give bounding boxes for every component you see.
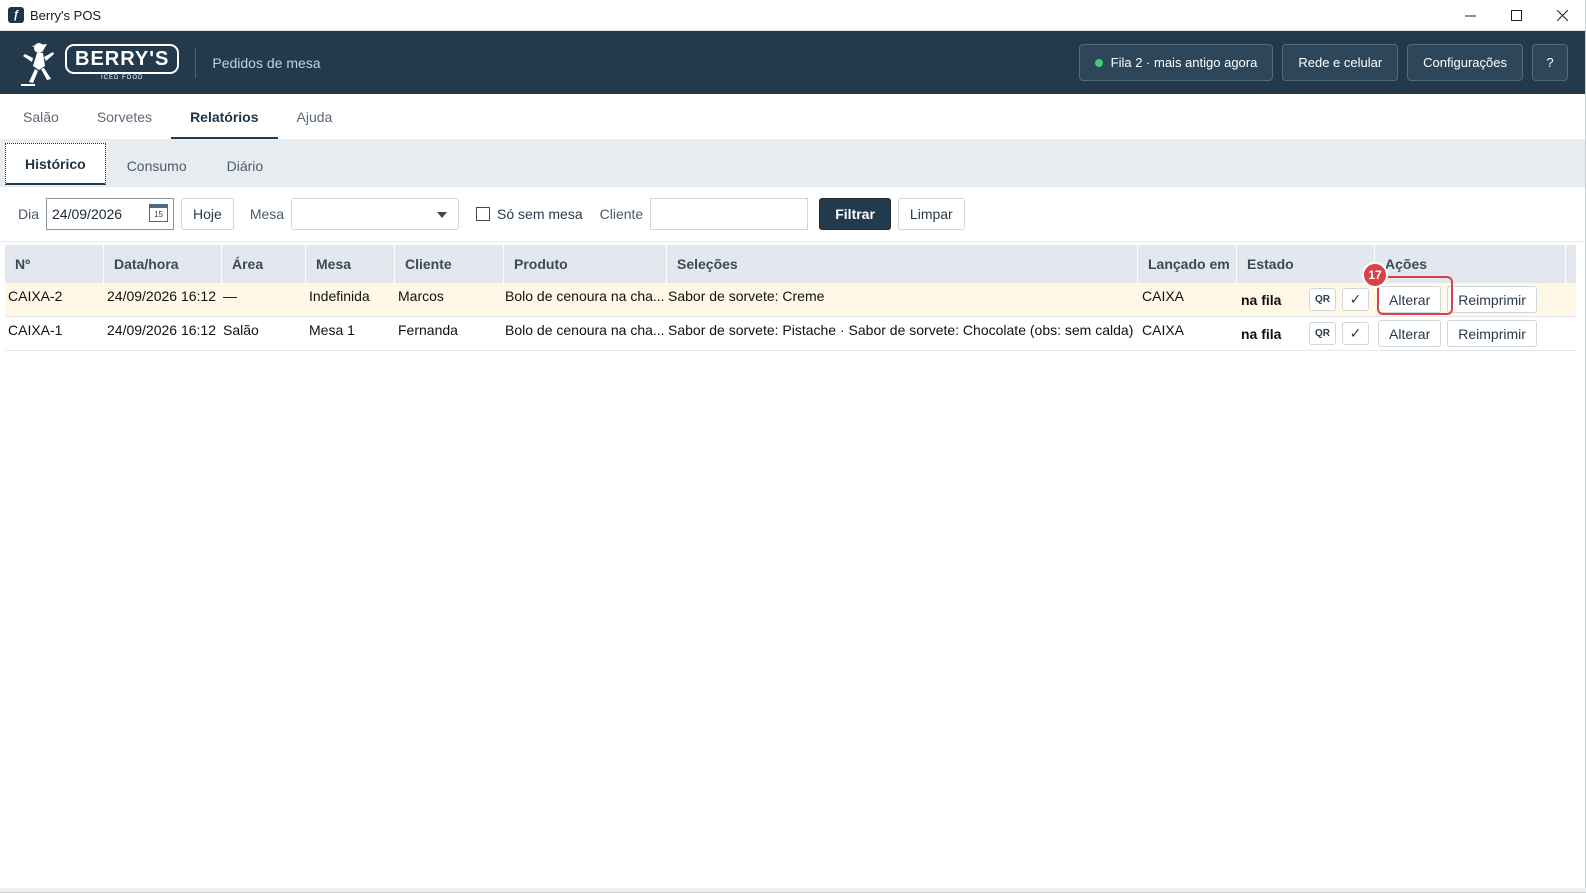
reprint-button[interactable]: Reimprimir — [1447, 286, 1537, 313]
qr-button[interactable]: QR — [1309, 322, 1336, 345]
client-input[interactable] — [650, 198, 809, 230]
tab-relatorios[interactable]: Relatórios — [171, 94, 279, 139]
subtab-consumo[interactable]: Consumo — [108, 145, 206, 187]
table-label: Mesa — [249, 206, 285, 222]
no-table-checkbox[interactable] — [476, 207, 491, 221]
mascot-icon — [21, 42, 54, 86]
title-bar: ƒ Berry's POS — [0, 0, 1585, 31]
day-label: Dia — [18, 206, 40, 222]
step-badge: 17 — [1362, 262, 1388, 288]
maximize-icon[interactable] — [1493, 0, 1539, 31]
cell-client: Fernanda — [398, 321, 458, 338]
network-button[interactable]: Rede e celular — [1282, 44, 1399, 81]
logo-text: BERRY'S — [65, 44, 180, 74]
col-datetime: Data/hora — [104, 245, 222, 283]
date-picker[interactable]: 24/09/2026 15 — [46, 198, 175, 230]
cell-launched: CAIXA — [1142, 287, 1185, 304]
sub-tabs: Histórico Consumo Diário — [0, 139, 1585, 187]
reprint-button[interactable]: Reimprimir — [1447, 320, 1537, 347]
subtab-historico[interactable]: Histórico — [5, 143, 106, 185]
window-controls — [1447, 0, 1585, 31]
filter-button[interactable]: Filtrar — [819, 198, 891, 230]
header-actions: Fila 2 · mais antigo agora Rede e celula… — [1078, 44, 1568, 81]
cell-selections: Sabor de sorvete: Creme — [668, 287, 825, 304]
status-dot-icon — [1094, 58, 1103, 67]
highlight-ring — [1377, 276, 1453, 315]
cell-num: CAIXA-2 — [8, 287, 63, 304]
table-header: Nº Data/hora Área Mesa Cliente Produto S… — [5, 245, 1576, 283]
col-launched: Lançado em — [1138, 245, 1237, 283]
help-button[interactable]: ? — [1532, 44, 1568, 81]
qr-button[interactable]: QR — [1309, 288, 1336, 311]
cell-launched: CAIXA — [1142, 321, 1185, 338]
header-divider — [195, 47, 197, 78]
table-row[interactable]: CAIXA-1 24/09/2026 16:12 Salão Mesa 1 Fe… — [5, 317, 1576, 351]
client-label: Cliente — [599, 206, 644, 222]
cell-area: Salão — [223, 321, 259, 338]
cell-datetime: 24/09/2026 16:12 — [107, 321, 216, 338]
bottom-strip — [0, 888, 1586, 892]
cell-table: Indefinida — [309, 287, 370, 304]
no-table-label: Só sem mesa — [497, 206, 583, 222]
queue-status-label: Fila 2 · mais antigo agora — [1110, 55, 1258, 70]
cell-num: CAIXA-1 — [8, 321, 63, 338]
col-num: Nº — [5, 245, 104, 283]
tab-sorvetes[interactable]: Sorvetes — [78, 94, 171, 139]
filter-bar: Dia 24/09/2026 15 Hoje Mesa Só sem mesa … — [0, 187, 1585, 242]
minimize-icon[interactable] — [1447, 0, 1493, 31]
confirm-button[interactable]: ✓ — [1342, 288, 1369, 311]
cell-datetime: 24/09/2026 16:12 — [107, 287, 216, 304]
settings-button[interactable]: Configurações — [1407, 44, 1523, 81]
page-title: Pedidos de mesa — [212, 54, 321, 71]
logo-wordmark: BERRY'S ICED FOOD — [65, 44, 180, 81]
col-area: Área — [222, 245, 306, 283]
window-title: Berry's POS — [30, 7, 102, 23]
logo-subtext: ICED FOOD — [101, 75, 144, 81]
cell-product: Bolo de cenoura na cha... — [505, 321, 665, 338]
date-value: 24/09/2026 — [52, 206, 123, 222]
status-badge: na fila — [1241, 325, 1282, 342]
main-tabs: Salão Sorvetes Relatórios Ajuda — [0, 94, 1585, 139]
clear-button[interactable]: Limpar — [897, 198, 965, 230]
table-row[interactable]: CAIXA-2 24/09/2026 16:12 — Indefinida Ma… — [5, 283, 1576, 317]
chevron-down-icon — [437, 212, 448, 218]
cell-area: — — [223, 287, 237, 304]
edit-button[interactable]: Alterar — [1378, 320, 1442, 347]
subtab-diario[interactable]: Diário — [208, 145, 283, 187]
queue-status-button[interactable]: Fila 2 · mais antigo agora — [1078, 44, 1274, 81]
brand-logo: BERRY'S ICED FOOD — [17, 40, 180, 86]
col-product: Produto — [504, 245, 667, 283]
table-select[interactable] — [291, 198, 460, 230]
app-header: BERRY'S ICED FOOD Pedidos de mesa Fila 2… — [0, 31, 1585, 94]
history-table: Nº Data/hora Área Mesa Cliente Produto S… — [5, 245, 1576, 351]
col-selections: Seleções — [667, 245, 1138, 283]
confirm-button[interactable]: ✓ — [1342, 322, 1369, 345]
col-state: Estado — [1237, 245, 1375, 283]
status-badge: na fila — [1241, 291, 1282, 308]
app-icon: ƒ — [8, 7, 24, 23]
cell-table: Mesa 1 — [309, 321, 355, 338]
calendar-icon[interactable]: 15 — [149, 204, 169, 222]
col-table: Mesa — [306, 245, 395, 283]
tab-salao[interactable]: Salão — [4, 94, 78, 139]
close-icon[interactable] — [1539, 0, 1585, 31]
today-button[interactable]: Hoje — [181, 198, 234, 230]
cell-client: Marcos — [398, 287, 444, 304]
app-window: ƒ Berry's POS BERRY'S ICED FOOD Pedidos … — [0, 0, 1586, 893]
cell-selections: Sabor de sorvete: Pistache · Sabor de so… — [668, 321, 1134, 338]
cell-product: Bolo de cenoura na cha... — [505, 287, 665, 304]
tab-ajuda[interactable]: Ajuda — [278, 94, 352, 139]
col-client: Cliente — [395, 245, 504, 283]
